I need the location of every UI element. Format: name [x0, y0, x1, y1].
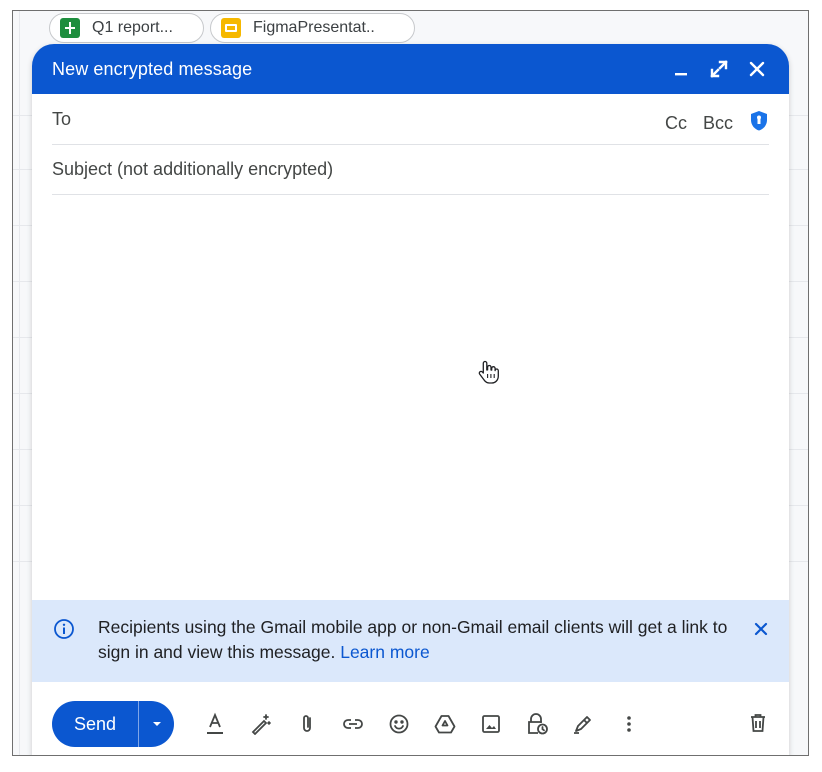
minimize-icon[interactable] [671, 59, 691, 79]
hand-cursor-icon [478, 360, 499, 384]
to-field[interactable]: To Cc Bcc [52, 94, 769, 145]
subject-placeholder: Subject (not additionally encrypted) [52, 158, 334, 179]
ai-help-me-write-icon[interactable] [250, 712, 272, 736]
send-button-group: Send [52, 701, 174, 747]
tab-label: FigmaPresentat.. [253, 19, 375, 36]
attach-icon[interactable] [296, 712, 318, 736]
learn-more-link[interactable]: Learn more [340, 642, 430, 662]
trash-icon[interactable] [749, 713, 767, 738]
bg-gridline [19, 11, 20, 755]
tab-label: Q1 report... [92, 19, 173, 36]
to-label: To [52, 108, 72, 129]
sheets-icon [60, 18, 80, 38]
cc-bcc-controls: Cc Bcc [665, 110, 769, 137]
window-controls [671, 44, 767, 94]
compose-title: New encrypted message [52, 58, 253, 79]
tab-figma-presentation[interactable]: FigmaPresentat.. [210, 13, 415, 43]
formatting-tools [204, 712, 640, 736]
emoji-icon[interactable] [388, 712, 410, 736]
tab-q1-report[interactable]: Q1 report... [49, 13, 204, 43]
compose-toolbar: Send [32, 682, 789, 755]
compose-window: New encrypted message To Cc Bcc Subject … [32, 44, 789, 755]
expand-icon[interactable] [709, 59, 729, 79]
cc-button[interactable]: Cc [665, 113, 687, 134]
confidential-mode-icon[interactable] [526, 712, 548, 736]
link-icon[interactable] [342, 712, 364, 736]
formatting-icon[interactable] [204, 712, 226, 736]
slides-icon [221, 18, 241, 38]
more-options-icon[interactable] [618, 712, 640, 736]
schedule-send-dropdown[interactable] [139, 701, 174, 747]
close-icon[interactable] [747, 59, 767, 79]
bcc-button[interactable]: Bcc [703, 113, 733, 134]
photo-icon[interactable] [480, 712, 502, 736]
encryption-info-banner: Recipients using the Gmail mobile app or… [32, 600, 789, 682]
encryption-shield-icon[interactable] [749, 110, 769, 137]
screen-frame: Q1 report... FigmaPresentat.. New encryp… [12, 10, 809, 756]
banner-close-icon[interactable] [753, 619, 769, 644]
message-body[interactable] [32, 195, 789, 599]
signature-icon[interactable] [572, 712, 594, 736]
subject-field[interactable]: Subject (not additionally encrypted) [52, 144, 769, 195]
drive-icon[interactable] [434, 712, 456, 736]
info-icon [53, 618, 75, 647]
compose-header: New encrypted message [32, 44, 789, 94]
send-button[interactable]: Send [52, 701, 138, 747]
